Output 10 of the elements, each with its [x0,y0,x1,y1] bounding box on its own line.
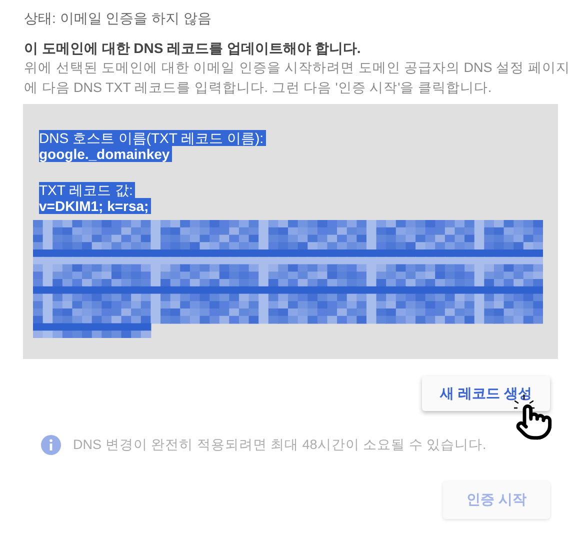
value-text: v=DKIM1; k=rsa; [39,198,151,214]
status-text: 상태: 이메일 인증을 하지 않음 [24,9,212,28]
description-text: 위에 선택된 도메인에 대한 이메일 인증을 시작하려면 도메인 공급자의 DNS 설정 페이지에 다음 DNS TXT 레코드를 입력합니다. 그런 다음 '인증 시작'을 클릭합니다. [24,59,571,97]
new-record-button[interactable]: 새 레코드 생성 [422,376,550,411]
host-label: DNS 호스트 이름(TXT 레코드 이름): [39,130,266,146]
host-value: google._domainkey [39,146,172,162]
info-icon [41,435,61,455]
value-label: TXT 레코드 값: [39,182,135,198]
info-text: DNS 변경이 완전히 적용되려면 최대 48시간이 소요될 수 있습니다. [73,436,486,454]
heading-text: 이 도메인에 대한 DNS 레코드를 업데이트해야 합니다. [24,39,362,58]
